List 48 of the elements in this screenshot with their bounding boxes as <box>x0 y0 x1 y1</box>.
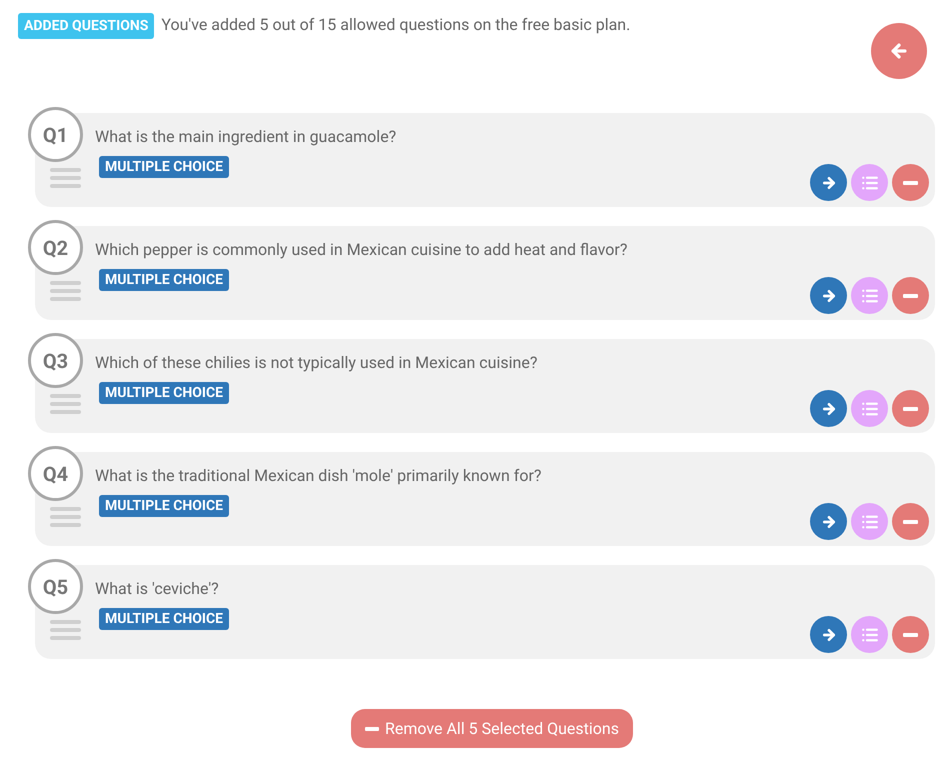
arrow-right-icon <box>820 626 836 642</box>
question-number: Q4 <box>28 446 83 501</box>
question-text: Which of these chilies is not typically used in Mexican cuisine? <box>95 352 538 374</box>
minus-icon <box>903 520 918 524</box>
added-questions-badge: ADDED QUESTIONS <box>18 13 154 39</box>
question-type-badge: MULTIPLE CHOICE <box>99 269 230 291</box>
minus-icon <box>903 632 918 636</box>
list-icon <box>860 174 878 192</box>
go-button[interactable] <box>810 277 847 314</box>
question-type-badge: MULTIPLE CHOICE <box>99 382 230 404</box>
question-type-badge: MULTIPLE CHOICE <box>99 495 230 517</box>
minus-icon <box>365 726 379 730</box>
question-number: Q3 <box>28 333 83 388</box>
plan-limit-message: You've added 5 out of 15 allowed questions on the free basic plan. <box>161 14 630 36</box>
arrow-left-icon <box>889 41 909 61</box>
go-button[interactable] <box>810 616 847 653</box>
list-icon <box>860 512 878 530</box>
minus-icon <box>903 294 918 298</box>
remove-button[interactable] <box>892 277 929 314</box>
remove-all-button[interactable]: Remove All 5 Selected Questions <box>351 709 633 748</box>
list-icon <box>860 286 878 304</box>
go-button[interactable] <box>810 390 847 427</box>
remove-button[interactable] <box>892 616 929 653</box>
question-type-badge: MULTIPLE CHOICE <box>99 156 230 178</box>
minus-icon <box>903 180 918 184</box>
drag-handle-icon[interactable] <box>50 620 81 640</box>
question-text: Which pepper is commonly used in Mexican cuisine to add heat and flavor? <box>95 239 628 261</box>
remove-button[interactable] <box>892 164 929 201</box>
question-type-badge: MULTIPLE CHOICE <box>99 608 230 630</box>
minus-icon <box>903 406 918 410</box>
arrow-right-icon <box>820 514 836 530</box>
list-icon <box>860 400 878 418</box>
drag-handle-icon[interactable] <box>50 168 81 188</box>
drag-handle-icon[interactable] <box>50 507 81 527</box>
remove-button[interactable] <box>892 503 929 540</box>
question-text: What is the main ingredient in guacamole? <box>95 126 396 148</box>
question-number: Q2 <box>28 220 83 275</box>
drag-handle-icon[interactable] <box>50 394 81 414</box>
remove-button[interactable] <box>892 390 929 427</box>
question-number: Q1 <box>28 107 83 162</box>
list-icon <box>860 626 878 644</box>
question-text: What is the traditional Mexican dish 'mole' primarily known for? <box>95 465 542 487</box>
question-number: Q5 <box>28 559 83 614</box>
question-text: What is 'ceviche'? <box>95 578 219 600</box>
remove-all-label: Remove All 5 Selected Questions <box>385 718 619 740</box>
go-button[interactable] <box>810 164 847 201</box>
go-button[interactable] <box>810 503 847 540</box>
drag-handle-icon[interactable] <box>50 281 81 301</box>
